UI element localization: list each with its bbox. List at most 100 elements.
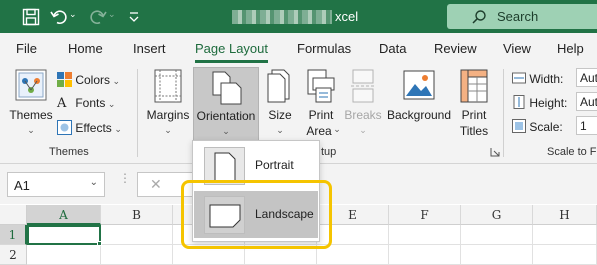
ribbon-tabs: File Home Insert Page Layout Formulas Da… [0,33,597,63]
height-select[interactable]: Aut [576,92,597,111]
tab-view[interactable]: View [503,41,531,56]
orientation-icon [212,71,242,105]
scale-input[interactable]: 1 [576,116,597,135]
search-box[interactable]: Search [447,4,597,29]
landscape-highlight-annotation [181,180,332,249]
height-label: Height: [529,96,568,110]
tab-formulas[interactable]: Formulas [297,41,351,56]
redo-dropdown-chevron-icon[interactable]: ⌄ [108,9,118,29]
colors-icon [57,72,72,87]
row-header[interactable]: 2 [0,245,27,265]
tab-home[interactable]: Home [68,41,103,56]
background-label: Background [386,108,452,122]
scale-label: Scale: [529,120,563,134]
column-header[interactable]: F [389,205,461,225]
cell[interactable] [389,225,461,245]
portrait-label: Portrait [255,158,294,172]
themes-label: Themes [9,108,53,122]
column-header[interactable]: H [533,205,597,225]
size-label: Size [268,108,292,122]
undo-icon[interactable] [49,7,69,27]
tab-data[interactable]: Data [379,41,406,56]
size-button[interactable]: Size ⌄ [262,67,298,139]
breaks-label: Breaks [344,108,382,122]
tab-help[interactable]: Help [557,41,584,56]
fill-handle[interactable] [97,241,102,246]
print-area-icon [307,69,335,103]
print-titles-label-line1: Print [461,108,487,122]
fonts-button[interactable]: A Fonts ⌄ [57,96,115,111]
themes-group-label: Themes [49,146,89,158]
colors-label: Colors [75,73,111,87]
name-box-value: A1 [14,178,30,193]
width-icon [512,72,526,84]
save-icon[interactable] [21,7,41,27]
breaks-button: Breaks ⌄ [344,67,382,139]
portrait-icon [214,152,236,182]
column-header[interactable]: B [101,205,173,225]
column-header[interactable]: A [27,205,101,225]
title-bar: ⌄ ⌄ xcel Search [0,0,597,33]
cell[interactable] [101,225,173,245]
orientation-button[interactable]: Orientation ⌄ [193,67,259,142]
colors-button[interactable]: Colors ⌄ [57,72,120,87]
name-box[interactable]: A1 ⌄ [7,172,105,197]
print-titles-icon [460,69,488,103]
effects-icon [57,120,72,135]
cell[interactable] [461,225,533,245]
name-box-chevron-icon[interactable]: ⌄ [90,177,98,188]
breaks-chevron-icon: ⌄ [359,125,367,135]
margins-chevron-icon: ⌄ [164,125,172,135]
tab-insert[interactable]: Insert [133,41,166,56]
group-divider [503,69,504,157]
themes-button[interactable]: Themes ⌄ [8,67,54,139]
column-header[interactable]: G [461,205,533,225]
cell[interactable] [101,245,173,265]
tab-page-layout[interactable]: Page Layout [195,41,268,56]
fonts-chevron-icon: ⌄ [105,99,116,109]
cell[interactable] [533,245,597,265]
scale-row: Scale: 1 [512,116,597,135]
margins-button[interactable]: Margins ⌄ [145,67,191,139]
active-cell[interactable] [27,225,101,245]
print-area-button[interactable]: Print Area ⌄ [300,67,342,139]
scale-icon [512,119,526,133]
themes-icon [15,69,47,101]
customize-qat-icon[interactable] [124,7,144,27]
colors-chevron-icon: ⌄ [110,76,121,86]
effects-button[interactable]: Effects ⌄ [57,120,122,135]
cell[interactable] [461,245,533,265]
select-all-corner[interactable] [0,205,27,225]
row-header[interactable]: 1 [0,225,27,245]
width-label: Width: [529,72,564,86]
redo-icon[interactable] [88,7,108,27]
scale-to-fit-group-label: Scale to F [547,146,597,158]
print-titles-label-line2: Titles [459,124,489,138]
height-icon [513,95,525,109]
window-title: xcel [335,9,359,24]
cell[interactable] [533,225,597,245]
print-titles-button[interactable]: Print Titles [455,67,493,139]
orientation-label: Orientation [196,109,256,123]
print-area-chevron-icon: ⌄ [333,124,341,134]
group-divider [137,69,138,157]
height-row: Height: Aut [512,92,597,111]
fonts-label: Fonts [75,96,106,110]
orientation-chevron-icon: ⌄ [222,126,230,136]
cell[interactable] [27,245,101,265]
themes-chevron-icon: ⌄ [27,125,35,135]
undo-dropdown-chevron-icon[interactable]: ⌄ [69,9,79,29]
cell[interactable] [389,245,461,265]
print-area-label-line1: Print [308,108,334,122]
page-setup-dialog-launcher-icon[interactable] [490,147,500,157]
page-setup-group-label: tup [321,146,337,158]
margins-label: Margins [146,108,190,122]
cancel-entry-icon[interactable]: ✕ [150,176,162,193]
background-button[interactable]: Background [384,67,454,139]
tab-review[interactable]: Review [434,41,477,56]
blurred-filename [232,10,332,24]
size-icon [267,69,290,103]
width-select[interactable]: Aut [576,68,597,87]
tab-file[interactable]: File [16,41,37,56]
size-chevron-icon: ⌄ [276,125,284,135]
